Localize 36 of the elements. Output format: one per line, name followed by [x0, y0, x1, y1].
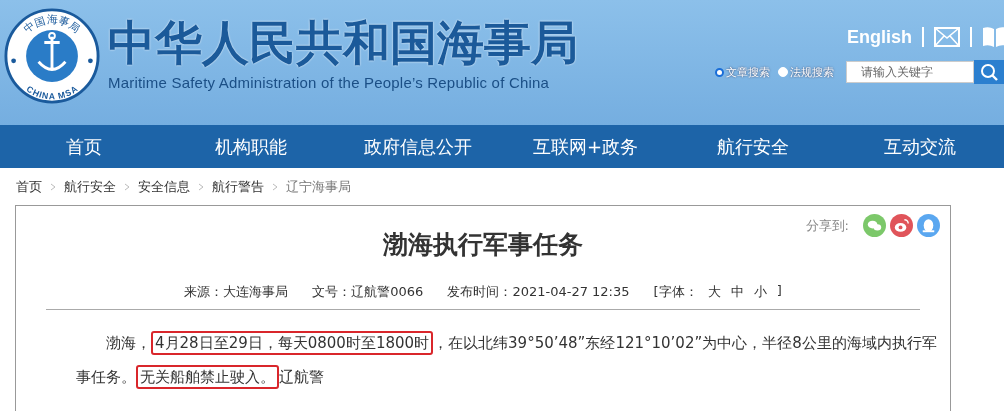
- share-label: 分享到:: [805, 216, 849, 235]
- nav-item[interactable]: 航行安全: [669, 125, 837, 168]
- source-text: 来源：大连海事局: [184, 283, 289, 301]
- breadcrumb-link[interactable]: 安全信息: [138, 177, 190, 196]
- breadcrumb-link[interactable]: 航行安全: [64, 177, 116, 196]
- nav-item[interactable]: 互联网+政务: [502, 125, 670, 168]
- nav-item[interactable]: 互动交流: [836, 125, 1004, 168]
- search-icon: [979, 62, 999, 82]
- envelope-icon[interactable]: [934, 27, 960, 47]
- article-title: 渤海执行军事任务: [382, 229, 584, 261]
- font-size-link[interactable]: 中: [730, 283, 744, 301]
- penguin-icon[interactable]: [917, 214, 940, 237]
- publish-time: 发布时间：2021-04-27 12:35: [447, 283, 630, 301]
- breadcrumb-separator-icon: [198, 182, 204, 191]
- article-paragraph: 渤海， 4月28日至29日，每天0800时至1800时 ，在以北纬39°50’48”东经121°10’02”为中心，半径8公里的海域内执行军事任务。 无关船舶禁止驶入。 辽航警: [76, 326, 946, 394]
- nav-item[interactable]: 政府信息公开: [334, 125, 502, 168]
- bracket-text: ]: [776, 283, 782, 300]
- breadcrumb-link[interactable]: 辽宁海事局: [286, 177, 351, 196]
- nav-item[interactable]: 首页: [0, 125, 168, 168]
- font-size-link[interactable]: 大: [707, 283, 721, 301]
- breadcrumb-separator-icon: [124, 182, 130, 191]
- site-title: 中华人民共和国海事局: [108, 14, 578, 72]
- breadcrumb-separator-icon: [272, 182, 278, 191]
- chat-bubbles-icon[interactable]: [863, 214, 886, 237]
- search-field[interactable]: 请输入关键字: [846, 61, 974, 83]
- breadcrumb-link[interactable]: 航行警告: [212, 177, 264, 196]
- book-icon[interactable]: [982, 26, 1004, 48]
- document-number: 文号：辽航警0066: [312, 283, 424, 301]
- breadcrumb-link[interactable]: 首页: [16, 177, 42, 196]
- search-button[interactable]: [974, 60, 1004, 84]
- nav-item[interactable]: 机构职能: [167, 125, 335, 168]
- site-subtitle: Maritime Safety Administration of the People’s Republic of China: [108, 74, 551, 91]
- font-size-label: [字体：: [653, 283, 698, 301]
- anchor-emblem-logo: 中国海事局 CHINA MSA: [4, 8, 100, 104]
- breadcrumb-separator-icon: [50, 182, 56, 191]
- font-size-link[interactable]: 小: [753, 283, 767, 301]
